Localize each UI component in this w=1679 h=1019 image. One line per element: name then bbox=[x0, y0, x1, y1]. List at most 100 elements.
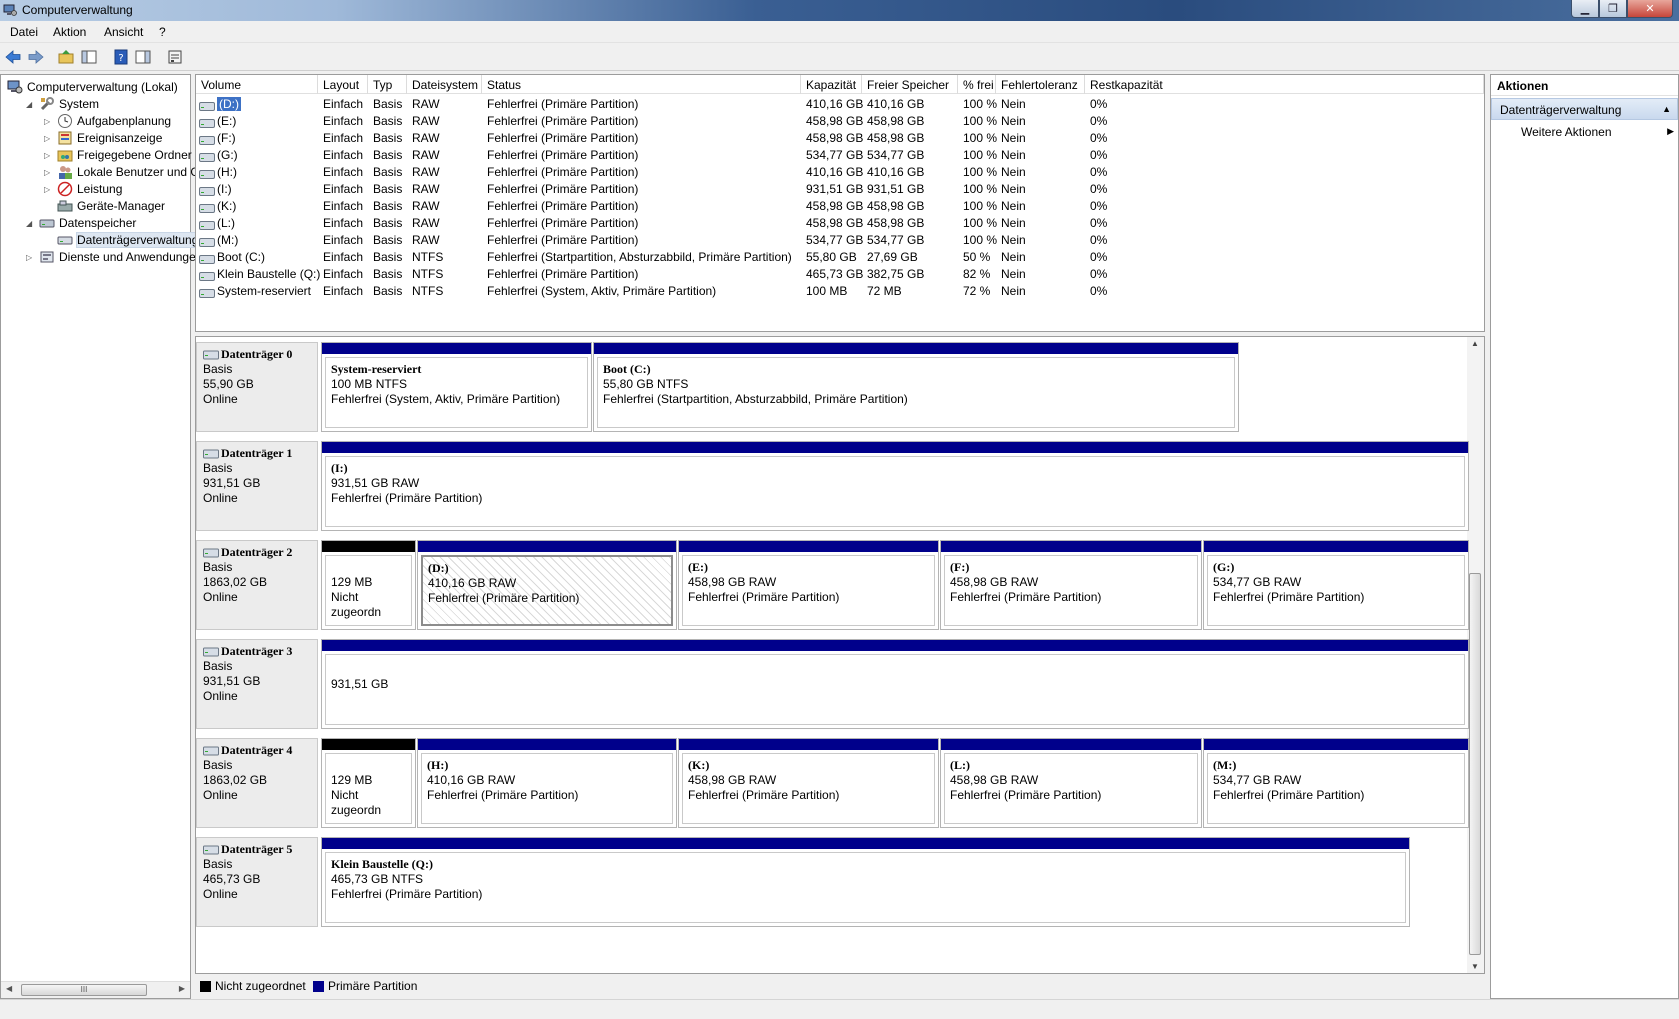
disk-info-panel[interactable]: Datenträger 4 Basis 1863,02 GB Online bbox=[196, 738, 318, 828]
collapse-caret-icon[interactable]: ▲ bbox=[1662, 104, 1671, 114]
column-header[interactable]: Fehlertoleranz bbox=[996, 75, 1085, 94]
expand-icon[interactable]: ▷ bbox=[44, 134, 53, 143]
column-header[interactable]: Kapazität bbox=[801, 75, 862, 94]
collapse-icon[interactable]: ◢ bbox=[26, 219, 35, 228]
column-header[interactable]: Restkapazität bbox=[1085, 75, 1484, 94]
maximize-button[interactable]: ❐ bbox=[1599, 0, 1627, 18]
up-folder-button[interactable] bbox=[57, 48, 75, 66]
collapse-icon[interactable]: ◢ bbox=[26, 100, 35, 109]
column-header[interactable]: Dateisystem bbox=[407, 75, 482, 94]
tree-item[interactable]: Geräte-Manager bbox=[57, 197, 165, 215]
volume-row[interactable]: (I:) Einfach Basis RAW Fehlerfrei (Primäre P… bbox=[196, 181, 1484, 198]
volume-row[interactable]: (H:) Einfach Basis RAW Fehlerfrei (Primäre P… bbox=[196, 164, 1484, 181]
cell-fs: RAW bbox=[412, 148, 440, 162]
partition-block[interactable]: (K:) 458,98 GB RAW Fehlerfrei (Primäre Par… bbox=[678, 738, 939, 828]
partition-name: System-reserviert bbox=[331, 362, 422, 376]
cell-typ: Basis bbox=[373, 267, 403, 281]
partition-block[interactable]: (E:) 458,98 GB RAW Fehlerfrei (Primäre Par… bbox=[678, 540, 939, 630]
expand-icon[interactable]: ▷ bbox=[44, 185, 53, 194]
tree-item[interactable]: Computerverwaltung (Lokal) bbox=[7, 78, 178, 96]
scrollbar-thumb[interactable] bbox=[1469, 573, 1481, 955]
scroll-up-icon[interactable]: ▲ bbox=[1471, 339, 1479, 348]
volume-row[interactable]: (L:) Einfach Basis RAW Fehlerfrei (Primäre P… bbox=[196, 215, 1484, 232]
column-header[interactable]: Freier Speicher bbox=[862, 75, 958, 94]
more-actions-item[interactable]: Weitere Aktionen bbox=[1521, 125, 1612, 139]
scrollbar-thumb[interactable]: III bbox=[21, 984, 147, 996]
partition-block[interactable]: (M:) 534,77 GB RAW Fehlerfrei (Primäre Par… bbox=[1203, 738, 1469, 828]
partition-block[interactable]: (F:) 458,98 GB RAW Fehlerfrei (Primäre Par… bbox=[940, 540, 1202, 630]
disk-info-panel[interactable]: Datenträger 2 Basis 1863,02 GB Online bbox=[196, 540, 318, 630]
cell-layout: Einfach bbox=[323, 250, 364, 264]
scroll-right-icon[interactable]: ▶ bbox=[179, 984, 185, 993]
show-hide-tree-button[interactable] bbox=[80, 48, 98, 66]
disk-info-panel[interactable]: Datenträger 1 Basis 931,51 GB Online bbox=[196, 441, 318, 531]
cell-fs: RAW bbox=[412, 199, 440, 213]
partition-block[interactable]: System-reserviert 100 MB NTFS Fehlerfrei (… bbox=[321, 342, 592, 432]
menu-aktion[interactable]: Aktion bbox=[53, 25, 86, 39]
cell-pct: 100 % bbox=[963, 216, 998, 230]
volume-row[interactable]: Klein Baustelle (Q:) Einfach Basis NTFS Fehl… bbox=[196, 266, 1484, 283]
column-header[interactable]: Typ bbox=[368, 75, 407, 94]
properties-button[interactable] bbox=[166, 48, 184, 66]
tree-item[interactable]: ▷ Freigegebene Ordner bbox=[44, 146, 192, 164]
column-header[interactable]: % frei bbox=[958, 75, 996, 94]
partition-block[interactable]: Klein Baustelle (Q:) 465,73 GB NTFS Fehler… bbox=[321, 837, 1410, 927]
partition-block[interactable]: (D:) 410,16 GB RAW Fehlerfrei (Primäre Par… bbox=[417, 540, 677, 630]
column-header[interactable]: Layout bbox=[318, 75, 368, 94]
forward-button[interactable] bbox=[27, 48, 45, 66]
cell-fs: RAW bbox=[412, 182, 440, 196]
volume-row[interactable]: (F:) Einfach Basis RAW Fehlerfrei (Primäre P… bbox=[196, 130, 1484, 147]
show-hide-action-pane-button[interactable] bbox=[134, 48, 152, 66]
partition-block[interactable]: (G:) 534,77 GB RAW Fehlerfrei (Primäre Par… bbox=[1203, 540, 1469, 630]
tree-item[interactable]: Datenträgerverwaltung bbox=[57, 231, 200, 249]
volume-row[interactable]: (G:) Einfach Basis RAW Fehlerfrei (Primäre P… bbox=[196, 147, 1484, 164]
tree-item[interactable]: ▷ Lokale Benutzer und Gr bbox=[44, 163, 204, 181]
disk-info-panel[interactable]: Datenträger 0 Basis 55,90 GB Online bbox=[196, 342, 318, 432]
partition-block[interactable]: (I:) 931,51 GB RAW Fehlerfrei (Primäre Par… bbox=[321, 441, 1469, 531]
disk-info-panel[interactable]: Datenträger 3 Basis 931,51 GB Online bbox=[196, 639, 318, 729]
tree-item[interactable]: ◢ System bbox=[26, 95, 99, 113]
tree-horizontal-scrollbar[interactable]: ◀ III ▶ bbox=[1, 981, 190, 998]
expand-icon[interactable]: ▷ bbox=[44, 168, 53, 177]
volume-row[interactable]: (D:) Einfach Basis RAW Fehlerfrei (Primäre P… bbox=[196, 96, 1484, 113]
cell-rest: 0% bbox=[1090, 131, 1108, 145]
partition-block[interactable]: 931,51 GB bbox=[321, 639, 1469, 729]
tree-item[interactable]: ▷ Ereignisanzeige bbox=[44, 129, 162, 147]
tree-item[interactable]: ▷ Aufgabenplanung bbox=[44, 112, 171, 130]
volume-row[interactable]: System-reserviert Einfach Basis NTFS Fehlerf… bbox=[196, 283, 1484, 300]
minimize-button[interactable]: ▁ bbox=[1571, 0, 1599, 18]
cell-pct: 100 % bbox=[963, 131, 998, 145]
tree-item[interactable]: ◢ Datenspeicher bbox=[26, 214, 136, 232]
volume-row[interactable]: (M:) Einfach Basis RAW Fehlerfrei (Primäre P… bbox=[196, 232, 1484, 249]
partition-block[interactable]: (H:) 410,16 GB RAW Fehlerfrei (Primäre Par… bbox=[417, 738, 677, 828]
volume-row[interactable]: (E:) Einfach Basis RAW Fehlerfrei (Primäre P… bbox=[196, 113, 1484, 130]
partition-block[interactable]: (L:) 458,98 GB RAW Fehlerfrei (Primäre Par… bbox=[940, 738, 1202, 828]
volume-row[interactable]: (K:) Einfach Basis RAW Fehlerfrei (Primäre P… bbox=[196, 198, 1484, 215]
menu-help[interactable]: ? bbox=[159, 25, 166, 39]
close-button[interactable]: ✕ bbox=[1627, 0, 1673, 18]
help-button[interactable]: ? bbox=[112, 48, 130, 66]
cell-status: Fehlerfrei (Primäre Partition) bbox=[487, 148, 639, 162]
column-header[interactable]: Volume bbox=[196, 75, 318, 94]
unallocated-space[interactable]: 129 MB Nicht zugeordn bbox=[321, 540, 416, 630]
actions-section-disk-management[interactable]: Datenträgerverwaltung ▲ bbox=[1491, 98, 1678, 120]
tree-item[interactable]: ▷ Leistung bbox=[44, 180, 122, 198]
tree-item[interactable]: ▷ Dienste und Anwendungen bbox=[26, 248, 202, 266]
expand-icon[interactable]: ▷ bbox=[44, 151, 53, 160]
scroll-down-icon[interactable]: ▼ bbox=[1471, 962, 1479, 971]
primary-partition-bar bbox=[679, 541, 938, 552]
expand-icon[interactable]: ▷ bbox=[44, 117, 53, 126]
back-button[interactable] bbox=[4, 48, 22, 66]
cell-volume: (F:) bbox=[217, 131, 236, 145]
cell-fs: RAW bbox=[412, 165, 440, 179]
menu-datei[interactable]: Datei bbox=[10, 25, 38, 39]
scroll-left-icon[interactable]: ◀ bbox=[6, 984, 12, 993]
menu-ansicht[interactable]: Ansicht bbox=[104, 25, 143, 39]
volume-row[interactable]: Boot (C:) Einfach Basis NTFS Fehlerfrei (Sta… bbox=[196, 249, 1484, 266]
expand-icon[interactable]: ▷ bbox=[26, 253, 35, 262]
submenu-arrow-icon[interactable]: ▶ bbox=[1667, 126, 1674, 137]
partition-block[interactable]: Boot (C:) 55,80 GB NTFS Fehlerfrei (Startp… bbox=[593, 342, 1239, 432]
disk-info-panel[interactable]: Datenträger 5 Basis 465,73 GB Online bbox=[196, 837, 318, 927]
column-header[interactable]: Status bbox=[482, 75, 801, 94]
unallocated-space[interactable]: 129 MB Nicht zugeordn bbox=[321, 738, 416, 828]
